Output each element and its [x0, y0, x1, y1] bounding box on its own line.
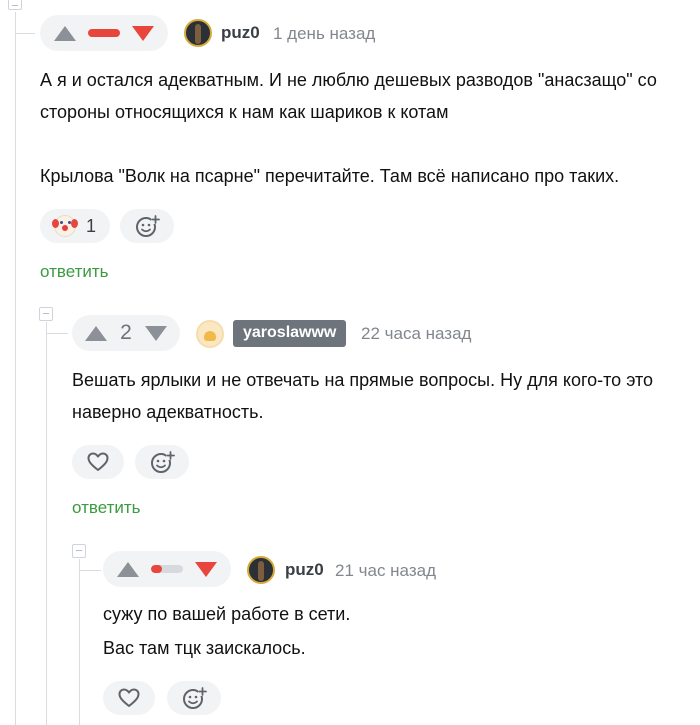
avatar[interactable] — [184, 19, 212, 47]
comment-line: Крылова "Волк на псарне" перечитайте. Та… — [40, 166, 620, 186]
username[interactable]: puz0 — [221, 23, 260, 43]
downvote-icon[interactable] — [145, 325, 167, 341]
timestamp[interactable]: 1 день назад — [273, 24, 375, 44]
timestamp[interactable]: 21 час назад — [335, 561, 436, 581]
comment-line: сужу по вашей работе в сети. — [103, 604, 351, 624]
add-reaction-button[interactable] — [167, 681, 221, 715]
like-button[interactable] — [103, 681, 155, 715]
rating-widget — [103, 551, 231, 587]
reaction-pill[interactable]: 1 — [40, 209, 110, 243]
score-value: 2 — [120, 321, 132, 344]
add-reaction-button[interactable] — [120, 209, 174, 243]
reaction-count: 1 — [85, 215, 96, 236]
score-bar — [151, 565, 183, 573]
thread-connector — [46, 333, 68, 334]
reply-link[interactable]: ответить — [72, 498, 141, 518]
add-reaction-button[interactable] — [135, 445, 189, 479]
username[interactable]: puz0 — [285, 560, 324, 580]
thread-line — [46, 322, 47, 725]
like-button[interactable] — [72, 445, 124, 479]
thread-connector — [79, 570, 101, 571]
collapse-thread-toggle[interactable] — [8, 0, 22, 10]
thread-line — [15, 12, 16, 725]
timestamp[interactable]: 22 часа назад — [361, 324, 471, 344]
heart-icon — [87, 452, 109, 471]
avatar[interactable] — [247, 556, 275, 584]
rating-widget — [40, 15, 168, 51]
smiley-plus-icon — [136, 215, 160, 237]
thread-connector — [15, 33, 35, 34]
username[interactable]: yaroslawww — [233, 320, 347, 347]
downvote-icon[interactable] — [132, 25, 154, 41]
rating-widget: 2 — [72, 315, 180, 351]
smiley-plus-icon — [151, 451, 175, 473]
clown-face-icon — [51, 215, 78, 237]
comment-line: Вешать ярлыки и не отвечать на прямые во… — [72, 370, 654, 390]
downvote-icon[interactable] — [195, 561, 217, 577]
score-bar — [88, 29, 120, 37]
comment-line: Вас там тцк заискалось. — [103, 638, 306, 658]
reply-link[interactable]: ответить — [40, 262, 109, 282]
comment-line: наверно адекватность. — [72, 402, 264, 422]
collapse-thread-toggle[interactable] — [39, 307, 53, 321]
upvote-icon[interactable] — [85, 325, 107, 341]
heart-icon — [118, 688, 140, 707]
thread-line — [79, 559, 80, 725]
upvote-icon[interactable] — [117, 561, 139, 577]
smiley-plus-icon — [183, 687, 207, 709]
comment-line: А я и остался адекватным. И не люблю деш… — [40, 70, 657, 90]
comment-line: стороны относящихся к нам как шариков к … — [40, 102, 449, 122]
upvote-icon[interactable] — [54, 25, 76, 41]
avatar[interactable] — [196, 320, 224, 348]
collapse-thread-toggle[interactable] — [72, 544, 86, 558]
